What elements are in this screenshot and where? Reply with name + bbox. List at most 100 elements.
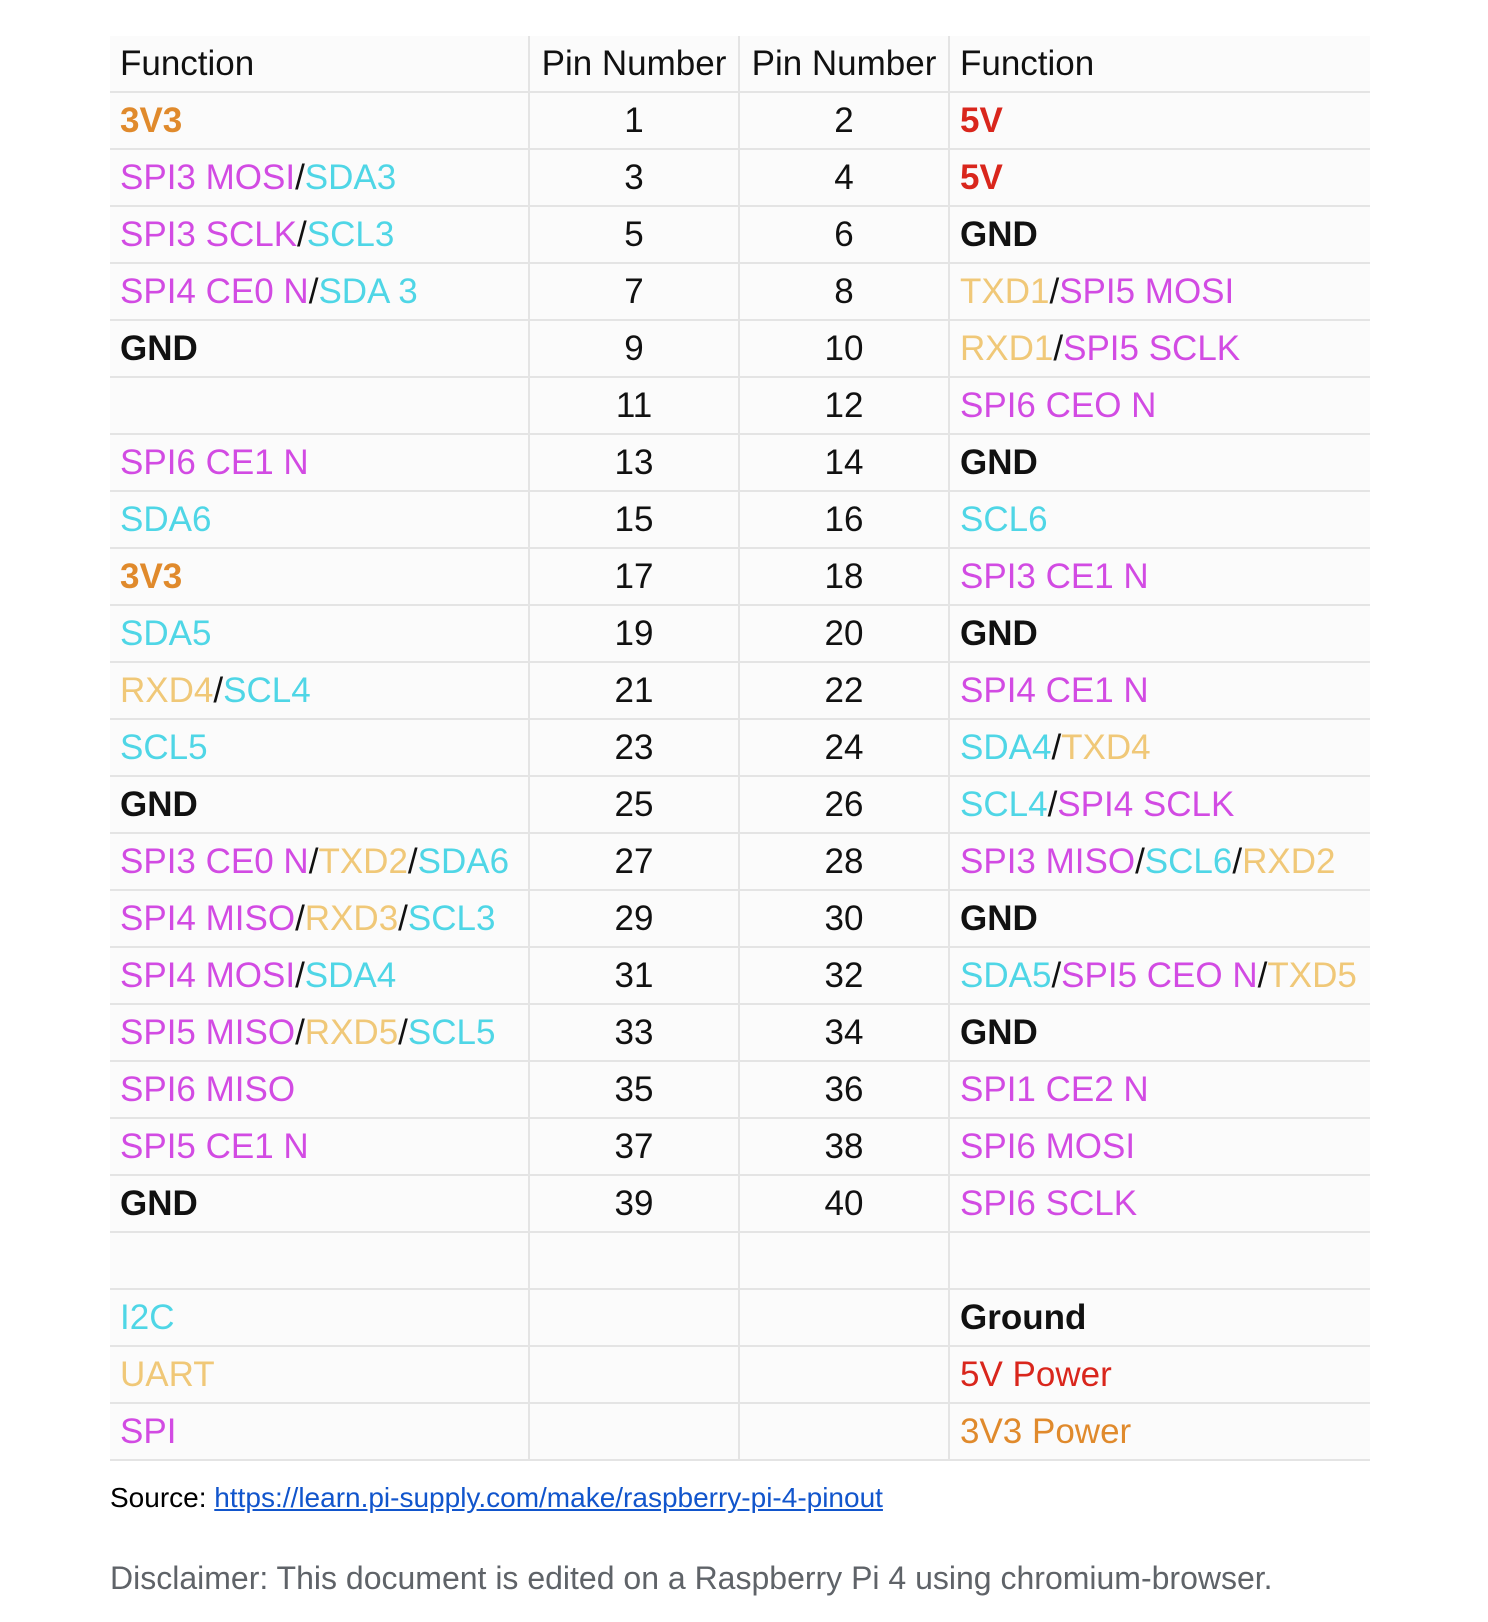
function-segment: SDA 3 [318, 271, 418, 311]
function-segment: SDA6 [417, 841, 510, 881]
function-segment: SPI [120, 1411, 177, 1451]
pin-number-right-cell: 28 [738, 834, 948, 889]
pin-number-left-cell [528, 1233, 738, 1288]
function-segment: SPI4 CE1 N [960, 670, 1149, 710]
table-row: GND 9 10 RXD1/SPI5 SCLK [110, 321, 1370, 378]
pin-number-left-cell: 9 [528, 321, 738, 376]
pin-number-left-cell: 23 [528, 720, 738, 775]
function-right-cell: 5V [948, 93, 1370, 148]
pin-number-right-cell: 30 [738, 891, 948, 946]
table-row: SPI4 MISO / RXD3/SCL3 29 30 GND [110, 891, 1370, 948]
function-segment: / [297, 214, 307, 254]
table-row: SPI4 CE0 N / SDA 3 7 8 TXD1/SPI5 MOSI [110, 264, 1370, 321]
pin-number-left-cell: 29 [528, 891, 738, 946]
source-label: Source: [110, 1482, 215, 1513]
function-segment: SPI6 MISO [120, 1069, 296, 1109]
function-segment: / [308, 841, 319, 881]
function-segment: SCL5 [407, 1012, 496, 1052]
function-left-cell [110, 1233, 528, 1288]
function-segment: RXD5 [304, 1012, 399, 1052]
pin-number-left-cell: 17 [528, 549, 738, 604]
function-left-cell: SPI [110, 1404, 528, 1459]
function-segment: SPI5 SCLK [1063, 328, 1241, 368]
function-segment: SPI6 CEO N [960, 385, 1157, 425]
pin-number-right-cell: 36 [738, 1062, 948, 1117]
function-segment: SDA5 [120, 613, 212, 653]
pin-number-left-cell [528, 1404, 738, 1459]
header-function-right: Function [948, 36, 1370, 91]
pin-number-right-cell: 10 [738, 321, 948, 376]
function-segment: SDA5 [960, 955, 1052, 995]
function-segment: SPI4 SCLK [1057, 784, 1235, 824]
table-row [110, 1233, 1370, 1290]
table-row: 3V3 17 18 SPI3 CE1 N [110, 549, 1370, 606]
function-left-cell: 3V3 [110, 549, 528, 604]
table-row: SPI3 SCLK / SCL3 5 6 GND [110, 207, 1370, 264]
source-link[interactable]: https://learn.pi-supply.com/make/raspber… [214, 1482, 883, 1513]
function-left-cell: RXD4/SCL4 [110, 663, 528, 718]
pin-number-right-cell: 6 [738, 207, 948, 262]
pin-number-left-cell: 13 [528, 435, 738, 490]
function-right-cell: SPI4 CE1 N [948, 663, 1370, 718]
table-row: SPI5 CE1 N 37 38 SPI6 MOSI [110, 1119, 1370, 1176]
pin-number-right-cell: 26 [738, 777, 948, 832]
function-segment: 5V [960, 100, 1003, 140]
table-row: SPI5 MISO / RXD5/SCL5 33 34 GND [110, 1005, 1370, 1062]
table-row: SPI 3V3 Power [110, 1404, 1370, 1461]
function-segment: / [1047, 784, 1058, 824]
function-segment: SCL6 [960, 499, 1048, 539]
function-segment: / [308, 271, 319, 311]
function-segment: GND [120, 784, 198, 824]
function-segment: / [1051, 955, 1062, 995]
table-row: SPI3 MOSI / SDA3 3 4 5V [110, 150, 1370, 207]
function-segment: 5V [960, 157, 1003, 197]
pin-number-left-cell [528, 1290, 738, 1345]
function-right-cell: SPI3 CE1 N [948, 549, 1370, 604]
pinout-table: Function Pin Number Pin Number Function … [110, 36, 1370, 1461]
pin-number-left-cell: 5 [528, 207, 738, 262]
function-right-cell: SDA4/TXD4 [948, 720, 1370, 775]
function-left-cell: SCL5 [110, 720, 528, 775]
function-right-cell: SPI6 SCLK [948, 1176, 1370, 1231]
function-left-cell: SPI3 SCLK / SCL3 [110, 207, 528, 262]
function-segment: / [398, 898, 408, 938]
function-left-cell [110, 378, 528, 433]
pin-number-right-cell: 34 [738, 1005, 948, 1060]
function-right-cell: SCL4/SPI4 SCLK [948, 777, 1370, 832]
function-segment: 5V Power [960, 1354, 1112, 1394]
function-left-cell: SPI4 MISO / RXD3/SCL3 [110, 891, 528, 946]
table-row: I2C Ground [110, 1290, 1370, 1347]
pin-number-right-cell: 12 [738, 378, 948, 433]
function-right-cell: GND [948, 207, 1370, 262]
pin-number-left-cell: 21 [528, 663, 738, 718]
pin-number-right-cell [738, 1290, 948, 1345]
table-row: 3V3 1 2 5V [110, 93, 1370, 150]
pin-number-left-cell: 25 [528, 777, 738, 832]
pin-number-right-cell: 38 [738, 1119, 948, 1174]
pin-number-right-cell: 24 [738, 720, 948, 775]
function-segment: RXD4 [120, 670, 214, 710]
function-segment: SCL3 [407, 898, 496, 938]
function-segment: SPI1 CE2 N [960, 1069, 1149, 1109]
function-segment: SPI3 MISO [960, 841, 1136, 881]
function-right-cell: GND [948, 891, 1370, 946]
function-segment: / [1051, 727, 1062, 767]
function-left-cell: GND [110, 1176, 528, 1231]
pin-number-right-cell: 20 [738, 606, 948, 661]
function-segment: GND [960, 898, 1038, 938]
function-segment: SDA4 [304, 955, 397, 995]
function-right-cell: GND [948, 1005, 1370, 1060]
function-segment: SPI5 CEO N [1061, 955, 1258, 995]
pin-number-right-cell: 2 [738, 93, 948, 148]
function-segment: SPI4 MOSI [120, 955, 296, 995]
function-segment: SPI6 SCLK [960, 1183, 1138, 1223]
function-segment: SCL5 [120, 727, 208, 767]
function-left-cell: SPI5 CE1 N [110, 1119, 528, 1174]
function-left-cell: SPI4 CE0 N / SDA 3 [110, 264, 528, 319]
table-row: GND 39 40 SPI6 SCLK [110, 1176, 1370, 1233]
function-left-cell: SDA6 [110, 492, 528, 547]
function-right-cell: RXD1/SPI5 SCLK [948, 321, 1370, 376]
function-left-cell: 3V3 [110, 93, 528, 148]
table-row: SDA6 15 16 SCL6 [110, 492, 1370, 549]
pin-number-right-cell: 22 [738, 663, 948, 718]
